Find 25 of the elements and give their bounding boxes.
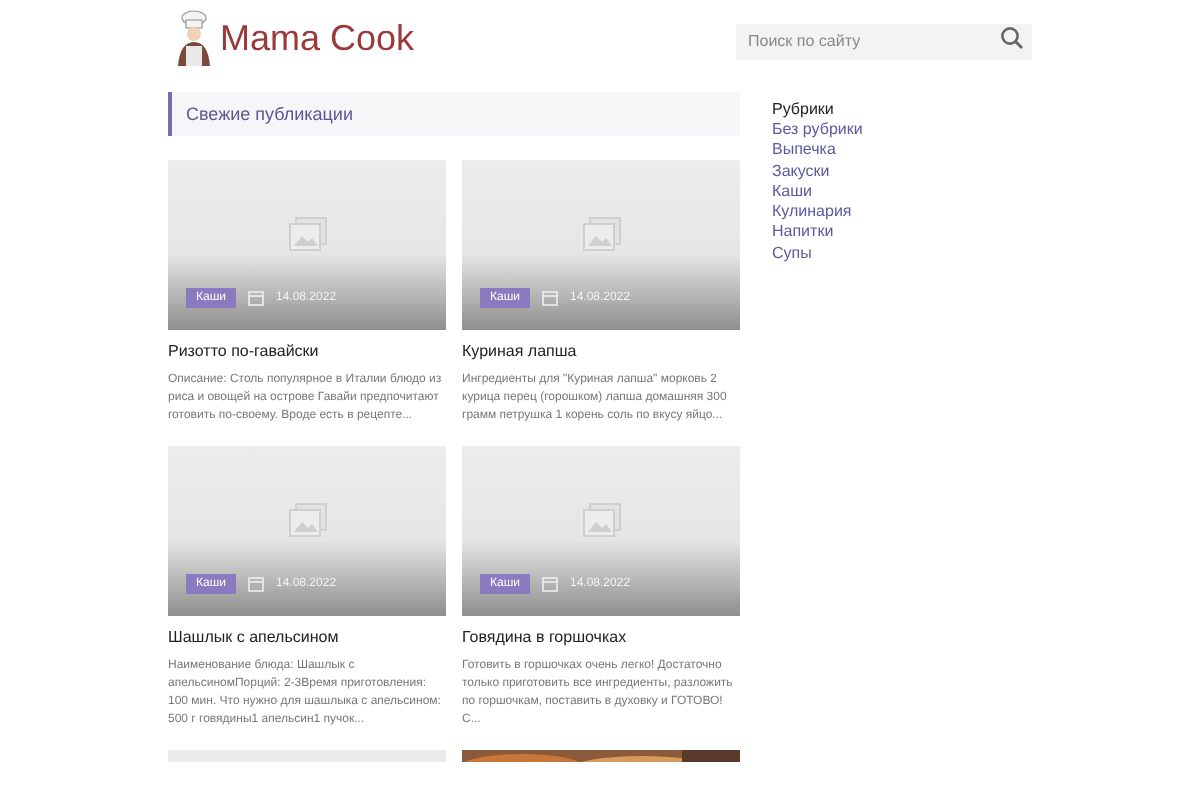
post-title[interactable]: Куриная лапша: [462, 342, 740, 360]
search-icon[interactable]: [1000, 26, 1024, 50]
image-placeholder-icon: [287, 216, 327, 252]
post-title[interactable]: Ризотто по-гавайски: [168, 342, 446, 360]
category-link[interactable]: Супы: [772, 243, 863, 265]
category-link[interactable]: Напитки: [772, 222, 863, 244]
category-link[interactable]: Каши: [772, 181, 863, 203]
calendar-icon: [248, 576, 264, 592]
category-link[interactable]: Выпечка: [772, 140, 863, 162]
site-logo[interactable]: Mama Cook: [220, 17, 415, 59]
image-placeholder-icon: [581, 216, 621, 252]
calendar-icon: [542, 576, 558, 592]
section-heading: Свежие публикации: [168, 92, 740, 136]
calendar-icon: [542, 290, 558, 306]
category-link[interactable]: Кулинария: [772, 202, 863, 223]
calendar-icon: [248, 290, 264, 306]
sidebar-heading: Рубрики: [772, 100, 836, 120]
category-link[interactable]: Без рубрики: [772, 120, 863, 141]
search-field[interactable]: Поиск по сайту: [736, 23, 1032, 59]
post-title[interactable]: Шашлык с апельсином: [168, 628, 446, 646]
post-title[interactable]: Говядина в горшочках: [462, 628, 740, 646]
image-placeholder-icon: [287, 502, 327, 538]
category-link[interactable]: Закуски: [772, 161, 863, 182]
chef-logo-icon: [172, 10, 216, 66]
image-placeholder-icon: [581, 502, 621, 538]
